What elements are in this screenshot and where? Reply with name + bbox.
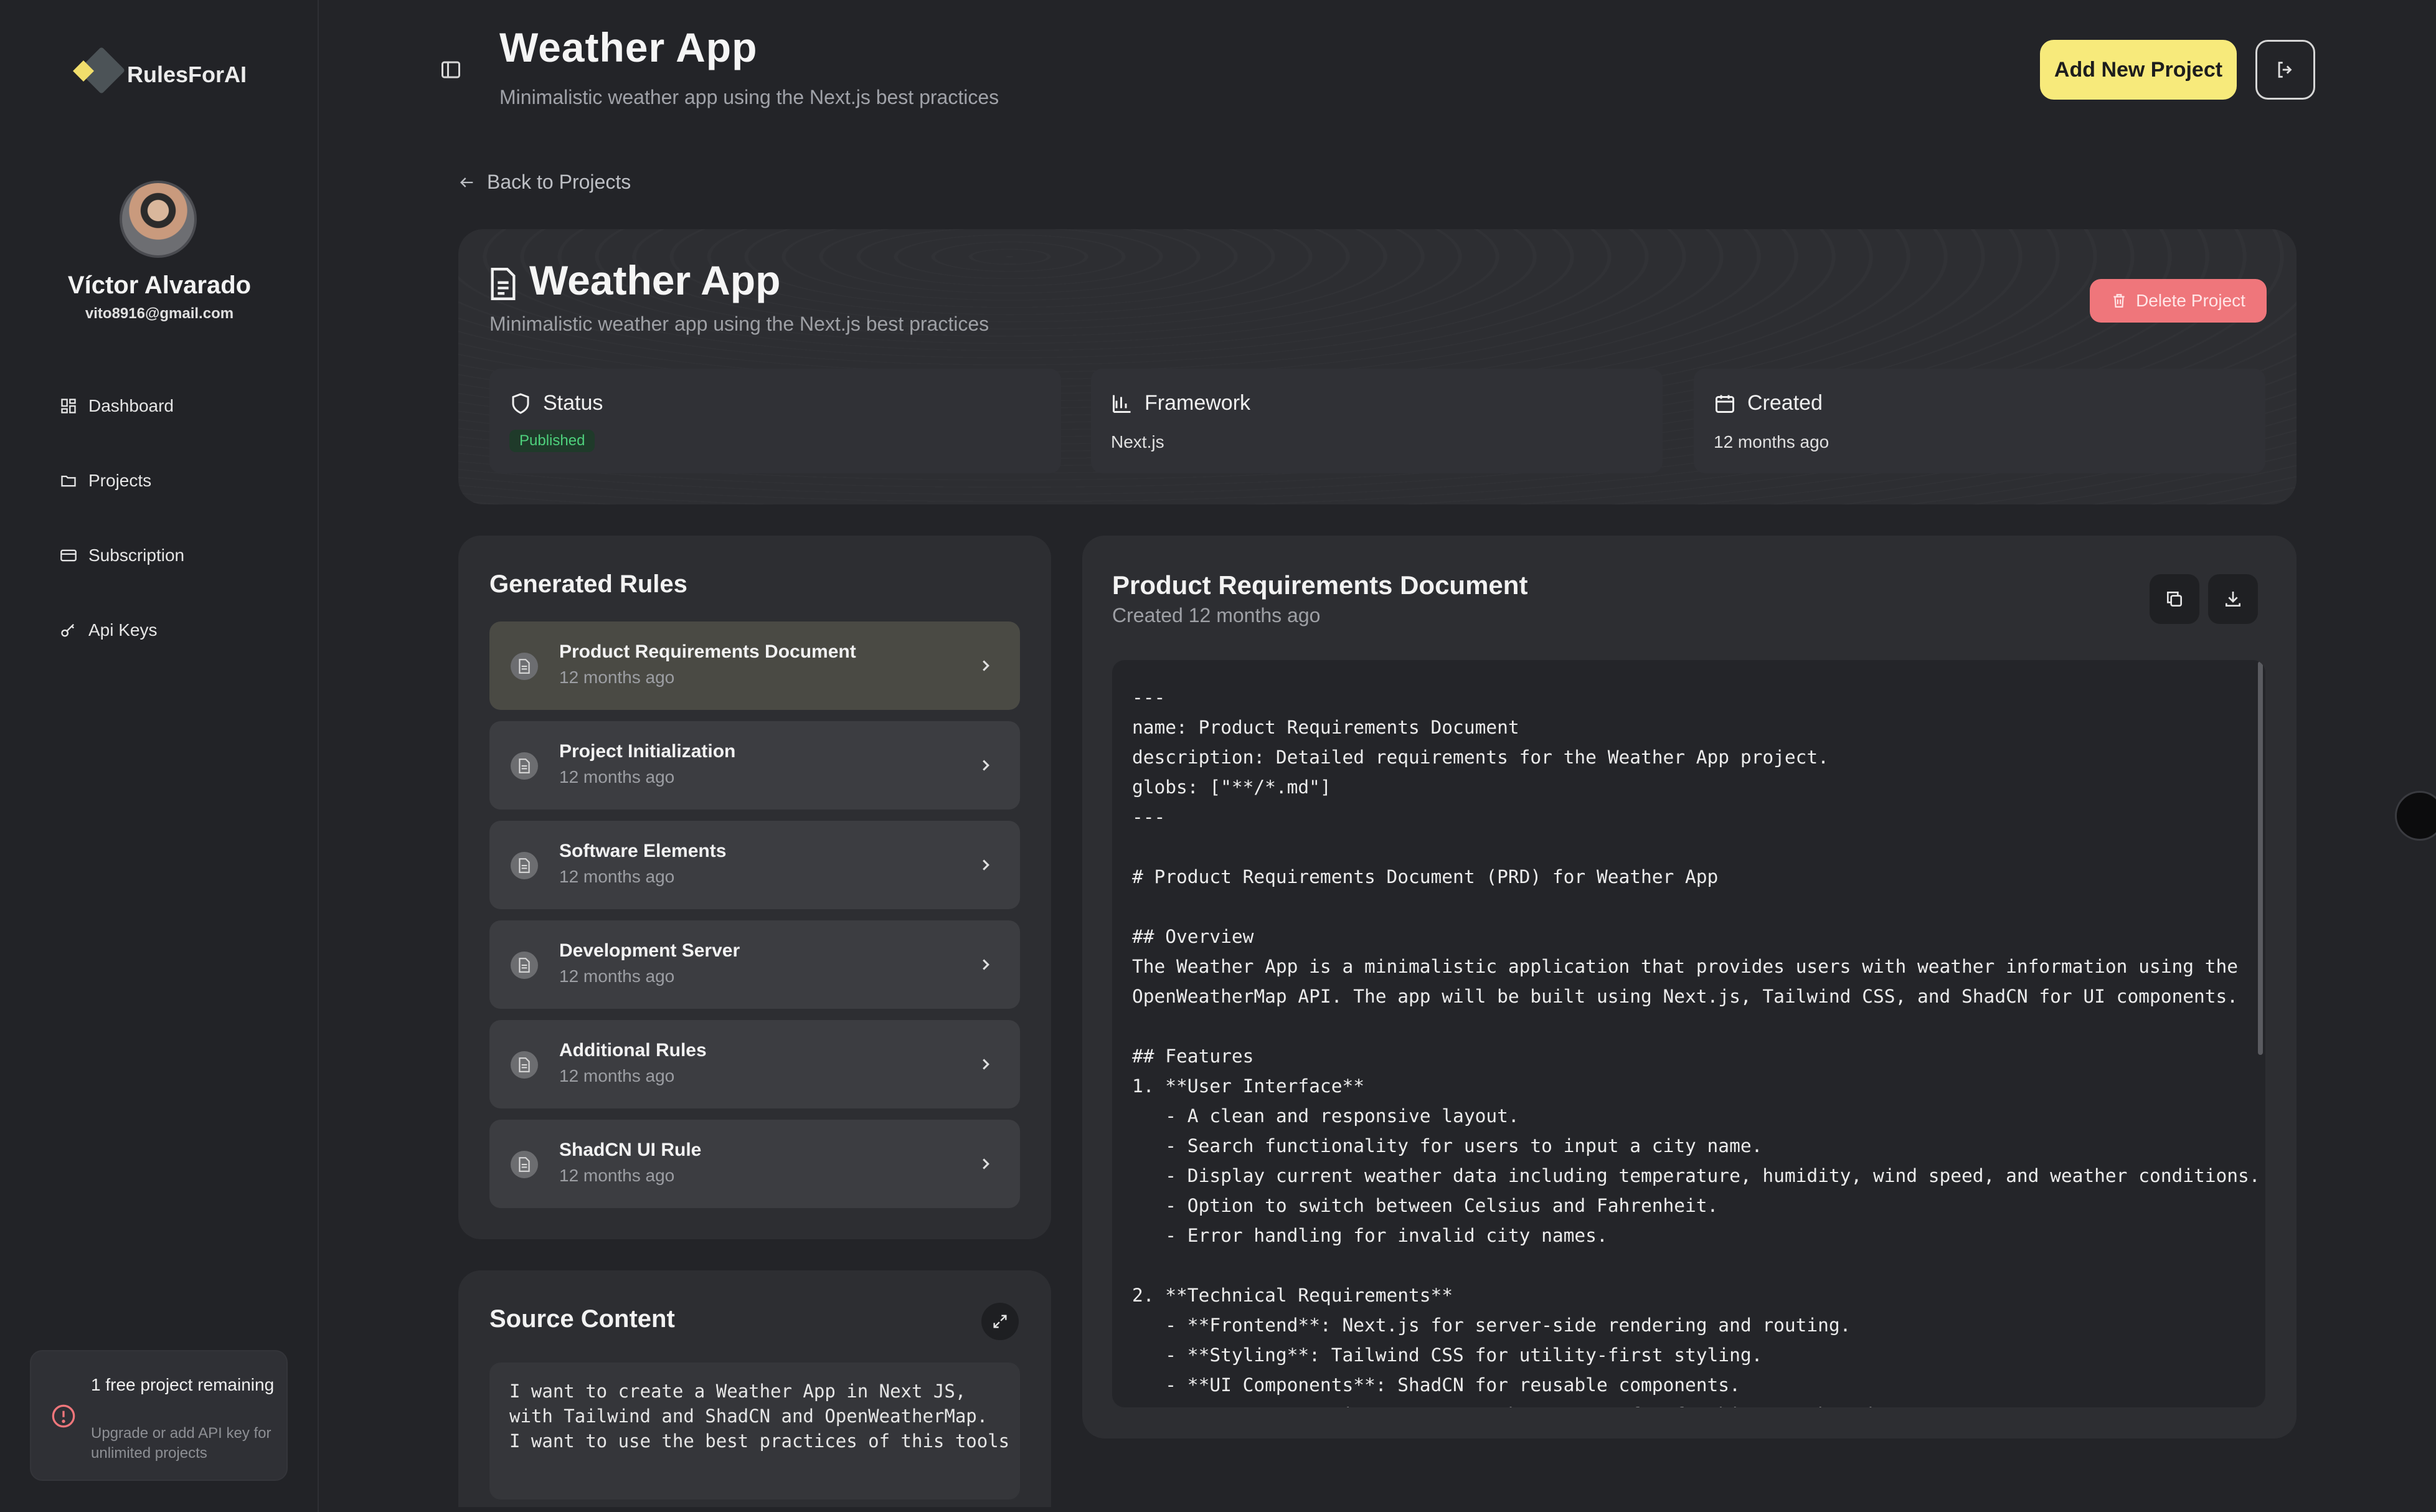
status-badge: Published <box>509 430 595 452</box>
rule-name: Software Elements <box>559 841 727 861</box>
trash-icon <box>2113 294 2125 308</box>
logo-text: RulesForAI <box>127 62 247 87</box>
document-icon <box>491 268 516 300</box>
dashboard-icon <box>61 399 76 413</box>
chevron-right-icon <box>983 1059 989 1070</box>
source-content-text: I want to create a Weather App in Next J… <box>489 1363 1020 1500</box>
avatar[interactable] <box>120 181 197 258</box>
calendar-icon <box>1716 395 1734 413</box>
generated-rules-title: Generated Rules <box>489 570 687 598</box>
expand-button[interactable] <box>981 1303 1019 1340</box>
sidebar-item-dashboard[interactable]: Dashboard <box>60 396 174 416</box>
created-value: 12 months ago <box>1714 432 1829 451</box>
rule-time: 12 months ago <box>559 767 675 787</box>
copy-icon <box>2167 592 2182 607</box>
user-name: Víctor Alvarado <box>67 272 252 299</box>
rule-item-software-elements[interactable]: Software Elements 12 months ago <box>489 821 1020 909</box>
generated-rules-panel: Generated Rules Product Requirements Doc… <box>458 536 1051 1239</box>
page-subtitle: Minimalistic weather app using the Next.… <box>499 86 999 108</box>
delete-project-button[interactable]: Delete Project <box>2090 279 2267 323</box>
free-project-notice[interactable]: 1 free project remaining Upgrade or add … <box>30 1350 288 1481</box>
framework-label: Framework <box>1145 391 1251 415</box>
chevron-right-icon <box>983 760 989 771</box>
chevron-right-icon <box>983 859 989 871</box>
created-label: Created <box>1747 391 1823 415</box>
free-project-title: 1 free project remaining <box>91 1375 275 1394</box>
chevron-right-icon <box>983 959 989 970</box>
document-icon <box>511 952 538 979</box>
sidebar-item-subscription[interactable]: Subscription <box>60 546 184 565</box>
sidebar-item-label: Subscription <box>88 546 185 565</box>
download-button[interactable] <box>2208 574 2258 624</box>
chevron-right-icon <box>983 660 989 671</box>
alert-circle-icon <box>52 1404 75 1428</box>
project-subtitle: Minimalistic weather app using the Next.… <box>489 313 989 335</box>
rule-item-product-requirements-document[interactable]: Product Requirements Document 12 months … <box>489 621 1020 710</box>
document-viewer-panel: Product Requirements Document Created 12… <box>1082 536 2297 1439</box>
logo[interactable]: RulesForAI <box>70 46 247 100</box>
document-icon <box>511 1051 538 1079</box>
rule-item-development-server[interactable]: Development Server 12 months ago <box>489 920 1020 1009</box>
download-icon <box>2226 592 2240 607</box>
sidebar-item-label: Api Keys <box>88 620 158 640</box>
folder-icon <box>61 475 76 487</box>
status-card: Status Published <box>489 369 1061 473</box>
document-icon <box>511 1151 538 1178</box>
document-subtitle: Created 12 months ago <box>1112 604 1321 626</box>
sidebar: RulesForAI Víctor Alvarado vito8916@gmai… <box>0 0 319 1512</box>
sidebar-item-api-keys[interactable]: Api Keys <box>60 620 158 640</box>
rule-name: Additional Rules <box>559 1040 707 1061</box>
rule-item-project-initialization[interactable]: Project Initialization 12 months ago <box>489 721 1020 810</box>
bar-chart-icon <box>1113 395 1131 413</box>
arrow-left-icon <box>460 177 473 187</box>
rule-name: Development Server <box>559 940 740 961</box>
sidebar-item-label: Projects <box>88 471 152 490</box>
framework-value: Next.js <box>1111 432 1164 451</box>
page-title: Weather App <box>499 24 758 70</box>
document-icon <box>511 653 538 680</box>
sidebar-item-projects[interactable]: Projects <box>60 471 151 491</box>
sidebar-item-label: Dashboard <box>88 396 174 415</box>
expand-icon <box>993 1315 1007 1328</box>
rule-name: Product Requirements Document <box>559 641 856 662</box>
framework-card: Framework Next.js <box>1091 369 1663 473</box>
document-icon <box>511 852 538 879</box>
key-icon <box>61 623 74 637</box>
status-label: Status <box>543 391 603 415</box>
rule-time: 12 months ago <box>559 867 675 886</box>
rule-item-shadcn-ui-rule[interactable]: ShadCN UI Rule 12 months ago <box>489 1120 1020 1208</box>
rule-item-additional-rules[interactable]: Additional Rules 12 months ago <box>489 1020 1020 1108</box>
created-card: Created 12 months ago <box>1694 369 2265 473</box>
rule-name: Project Initialization <box>559 741 736 762</box>
document-icon <box>511 752 538 780</box>
user-email: vito8916@gmail.com <box>85 305 234 322</box>
source-content-panel: Source Content I want to create a Weathe… <box>458 1270 1051 1507</box>
copy-button[interactable] <box>2150 574 2199 624</box>
logo-mark-icon <box>70 46 126 100</box>
credit-card-icon <box>60 549 77 562</box>
project-header-card: Weather App Minimalistic weather app usi… <box>458 229 2297 504</box>
rule-time: 12 months ago <box>559 966 675 986</box>
logout-button[interactable] <box>2255 40 2315 100</box>
free-project-subtitle: Upgrade or add API key for unlimited pro… <box>91 1425 271 1462</box>
logout-icon <box>2278 62 2292 78</box>
document-content-box[interactable]: --- name: Product Requirements Document … <box>1112 660 2265 1407</box>
document-content: --- name: Product Requirements Document … <box>1132 687 2260 1407</box>
sidebar-toggle-icon[interactable] <box>440 59 462 81</box>
document-scrollbar[interactable] <box>2258 661 2263 1055</box>
rule-time: 12 months ago <box>559 668 675 687</box>
back-to-projects-link[interactable]: Back to Projects <box>458 171 631 194</box>
back-link-label: Back to Projects <box>487 171 631 193</box>
project-title: Weather App <box>529 257 781 303</box>
delete-project-label: Delete Project <box>2136 291 2245 310</box>
floating-menu-button[interactable] <box>2395 791 2436 841</box>
rule-time: 12 months ago <box>559 1166 675 1185</box>
add-new-project-button[interactable]: Add New Project <box>2040 40 2237 100</box>
source-content-title: Source Content <box>489 1305 675 1333</box>
chevron-right-icon <box>983 1158 989 1169</box>
shield-icon <box>512 392 529 414</box>
rule-time: 12 months ago <box>559 1066 675 1085</box>
document-title: Product Requirements Document <box>1112 570 1528 600</box>
rule-name: ShadCN UI Rule <box>559 1140 702 1160</box>
